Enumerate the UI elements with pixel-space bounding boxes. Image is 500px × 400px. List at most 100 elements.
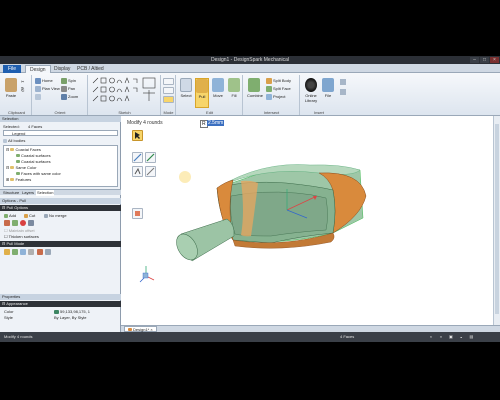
tab-file[interactable]: File	[3, 65, 21, 73]
home-icon	[35, 78, 41, 84]
move-button[interactable]: Move	[211, 78, 225, 98]
pull-mode-header[interactable]: ⊟ Pull Mode	[0, 241, 121, 247]
model-canvas[interactable]	[121, 116, 493, 325]
split-body-icon	[266, 78, 272, 84]
extrude-icon	[12, 249, 19, 255]
orient-label: Orient	[54, 110, 66, 115]
tree-item[interactable]: ⊟ Coaxial Faces	[6, 147, 41, 152]
paste-button[interactable]: Paste	[4, 78, 18, 98]
online-library-icon	[305, 78, 317, 92]
tab-display[interactable]: Display	[50, 65, 74, 73]
selection-panel-header: Selection	[0, 116, 121, 122]
status-view-icons[interactable]: ◐ ◑ ▣ ◒ ▤	[430, 332, 476, 342]
project-button[interactable]: Project	[266, 94, 285, 100]
zoom-button[interactable]: Zoom	[61, 94, 78, 100]
revolve-icon	[20, 249, 27, 255]
view-icon[interactable]	[35, 94, 42, 100]
pull-mode-icons[interactable]	[4, 249, 52, 255]
tab-design[interactable]: Design	[25, 65, 51, 73]
minimize-button[interactable]: –	[470, 57, 479, 63]
zoom-icon	[61, 94, 67, 100]
tab-layers[interactable]: Layers	[22, 190, 34, 196]
select-button[interactable]: Select	[179, 78, 193, 98]
sketch-tools[interactable]	[91, 77, 163, 107]
surface-icon	[16, 172, 20, 176]
all-bodies-item[interactable]: All bodies	[3, 138, 25, 143]
cut-icon[interactable]: ✂	[21, 79, 24, 84]
viewport-scrollbar[interactable]	[493, 116, 500, 325]
plan-view-button[interactable]: Plan View	[35, 86, 60, 92]
design-viewport[interactable]: Modify 4 rounds R 2.5mm	[121, 116, 493, 325]
sweep-icon	[28, 249, 35, 255]
tree-item[interactable]: Coaxial surfaces	[16, 153, 51, 158]
selected-label: Selected:	[3, 124, 20, 129]
more-icon[interactable]	[340, 79, 346, 85]
sketch-group: Sketch	[89, 75, 161, 115]
split-face-button[interactable]: Split Face	[266, 86, 291, 92]
view-cube-icon	[35, 94, 41, 100]
project-icon	[266, 94, 272, 100]
add-option[interactable]: Add	[4, 213, 16, 218]
sketch-mode-icon[interactable]	[163, 78, 174, 85]
title-bar: Design1 - DesignSpark Mechanical – □ ×	[0, 56, 500, 64]
properties-panel-header: Properties	[0, 294, 121, 300]
tree-item[interactable]: Faces with same color	[16, 171, 61, 176]
selection-tree: ⊟ Coaxial Faces Coaxial surfaces Coaxial…	[3, 145, 118, 187]
thicken-surfaces-option[interactable]: ☐ Thicken surfaces	[4, 234, 39, 239]
section-mode-icon[interactable]	[163, 87, 174, 94]
fill-button[interactable]: Fill	[227, 78, 241, 98]
close-button[interactable]: ×	[490, 57, 499, 63]
sketch-label: Sketch	[118, 110, 131, 115]
3d-mode-icon[interactable]	[163, 96, 174, 103]
intersect-label: Intersect	[263, 110, 280, 115]
intersect-group: Combine Split Body Split Face Project In…	[244, 75, 300, 115]
copy-icon[interactable]: ⎘	[21, 87, 24, 92]
no-merge-option[interactable]: No merge	[44, 213, 67, 218]
style-value[interactable]: By Layer, By Style	[54, 315, 86, 320]
insert-file-button[interactable]: File	[321, 78, 335, 98]
folder-icon	[10, 166, 15, 170]
home-button[interactable]: Home	[35, 78, 53, 84]
tab-structure[interactable]: Structure	[3, 190, 19, 196]
orient-group: Home Plan View Spin Pan Zoom Orient	[33, 75, 88, 115]
left-panel: Selection Selected: 4 Faces Legend All b…	[0, 116, 121, 332]
online-library-button[interactable]: Online Library	[303, 78, 319, 103]
more-icon-2[interactable]	[340, 89, 346, 95]
status-faces: 4 Faces	[340, 334, 355, 339]
tab-pcb[interactable]: PCB / Altied	[73, 65, 108, 73]
tree-item[interactable]: ⊟ Same Color	[6, 165, 37, 170]
app-window: Design1 - DesignSpark Mechanical – □ × F…	[0, 56, 500, 342]
ruler-icon	[12, 220, 19, 226]
pull-icon	[196, 79, 208, 93]
pull-button[interactable]: Pull	[195, 78, 209, 108]
combine-button[interactable]: Combine	[247, 78, 263, 98]
split-body-button[interactable]: Split Body	[266, 78, 291, 84]
cut-option[interactable]: Cut	[24, 213, 35, 218]
spin-button[interactable]: Spin	[61, 78, 76, 84]
tab-selection[interactable]: Selection	[36, 190, 55, 196]
pull-tool-icons[interactable]	[4, 220, 35, 226]
edit-group: Select Pull Move Fill Edit	[177, 75, 243, 115]
file-icon	[322, 78, 334, 92]
add-icon	[4, 213, 8, 218]
maintain-offset-option[interactable]: ☐ Maintain offset	[4, 228, 35, 233]
tree-item[interactable]: ⊞ Features	[6, 177, 31, 182]
selected-value: 4 Faces	[28, 124, 43, 129]
surface-icon	[16, 154, 20, 158]
pan-button[interactable]: Pan	[61, 86, 75, 92]
insert-label: Insert	[313, 110, 324, 115]
legend-dropdown[interactable]: Legend	[3, 130, 118, 136]
fill-icon	[228, 78, 240, 92]
window-title: Design1 - DesignSpark Mechanical	[210, 57, 290, 63]
cut-option-icon	[24, 213, 28, 218]
paste-icon	[5, 78, 17, 92]
scroll-thumb[interactable]	[495, 124, 499, 314]
appearance-header[interactable]: ⊟ Appearance	[0, 301, 121, 307]
color-value[interactable]: 59,133,98,175, 1	[54, 309, 90, 314]
tree-item[interactable]: Coaxial surfaces	[16, 159, 51, 164]
pull-options-header[interactable]: ⊟ Pull Options	[0, 205, 121, 211]
status-bar: Modify 4 rounds 4 Faces ◐ ◑ ▣ ◒ ▤	[0, 332, 500, 342]
doc-icon	[128, 328, 132, 332]
maximize-button[interactable]: □	[480, 57, 489, 63]
both-sides-icon	[4, 220, 10, 226]
